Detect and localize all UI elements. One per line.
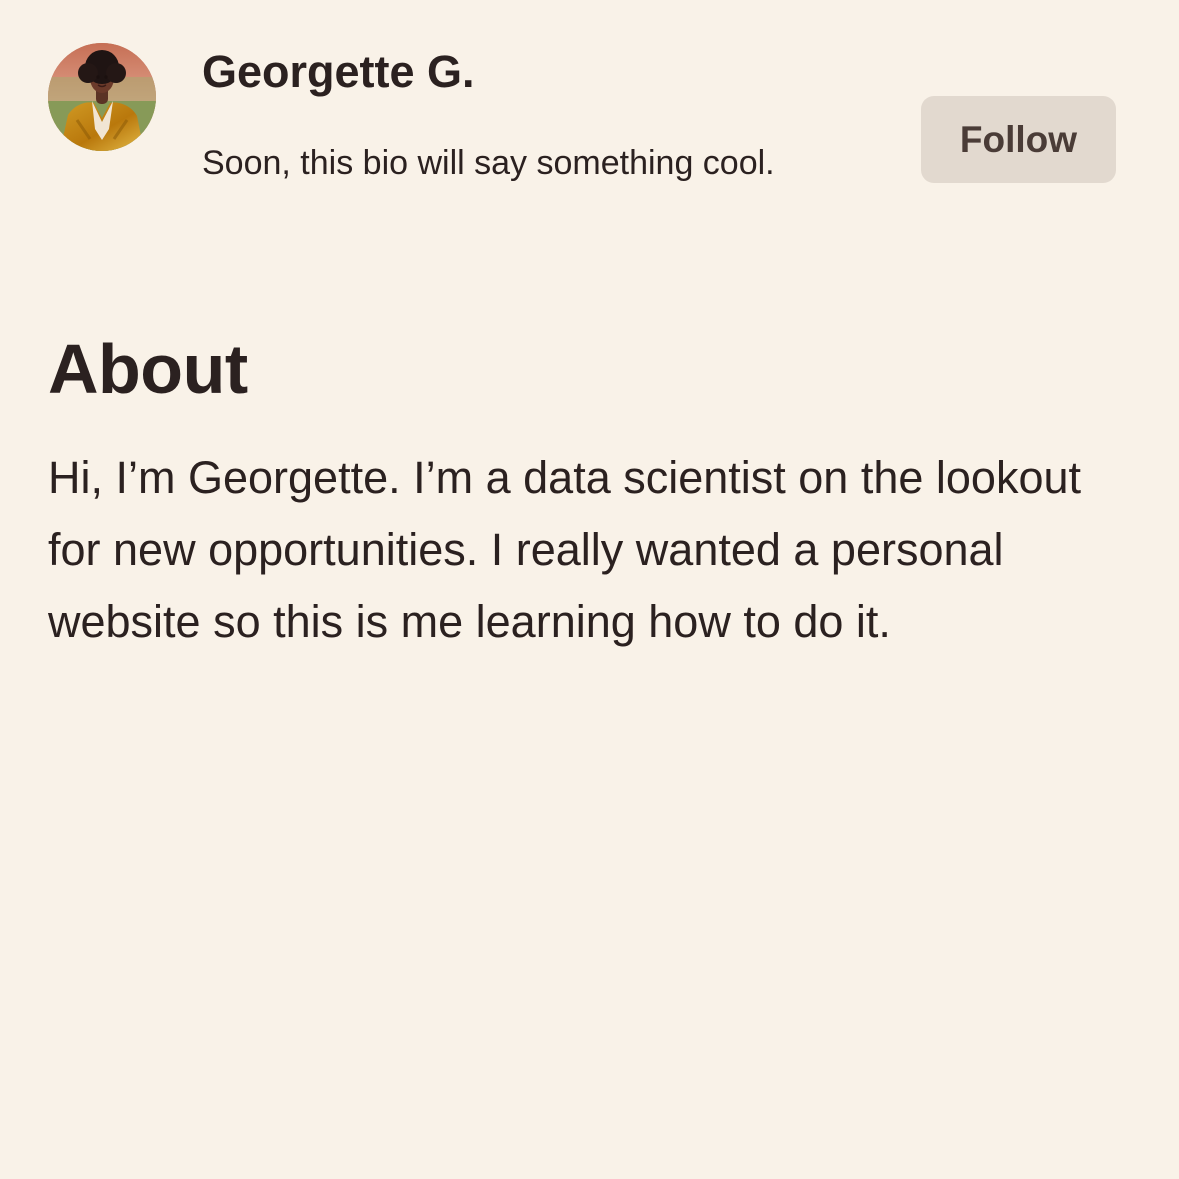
- profile-bio: Soon, this bio will say something cool.: [202, 144, 775, 182]
- follow-button[interactable]: Follow: [921, 96, 1116, 183]
- about-section: About Hi, I’m Georgette. I’m a data scie…: [48, 326, 1130, 658]
- about-heading: About: [48, 330, 248, 408]
- profile-photo-icon: [48, 43, 156, 151]
- profile-header: Georgette G. Soon, this bio will say som…: [0, 0, 1179, 220]
- about-text: Hi, I’m Georgette. I’m a data scientist …: [48, 452, 1082, 647]
- avatar[interactable]: [48, 43, 156, 151]
- profile-name: Georgette G.: [202, 46, 475, 97]
